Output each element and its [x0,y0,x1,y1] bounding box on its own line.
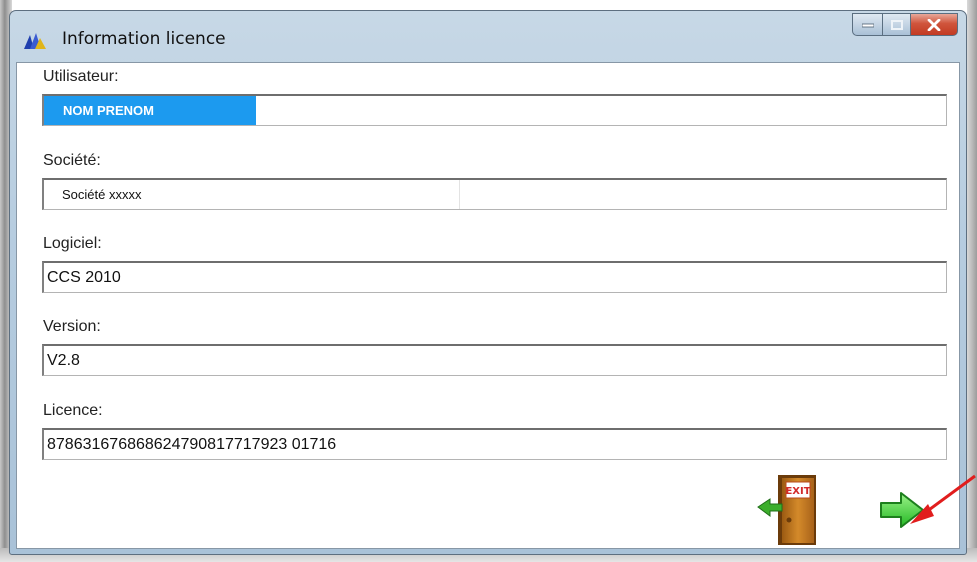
window-title: Information licence [62,29,226,49]
exit-button[interactable]: EXIT [754,473,824,547]
minimize-button[interactable] [852,13,882,36]
app-logo-icon [24,33,46,49]
title-bar[interactable]: Information licence [10,11,966,63]
maximize-button[interactable] [882,13,910,36]
company-value: Société xxxxx [44,180,460,209]
version-field[interactable]: V2.8 [42,344,947,376]
red-annotation-arrow [910,474,976,524]
licence-label: Licence: [43,402,103,419]
close-icon [927,18,941,31]
exit-label: EXIT [785,486,810,497]
user-field[interactable]: NOM PRENOM [42,94,947,126]
dialog-body: Utilisateur: NOM PRENOM Société: Société… [16,62,960,549]
window-controls [852,13,958,36]
software-label: Logiciel: [43,235,102,252]
minimize-icon [861,23,874,27]
exit-door-icon: EXIT [757,475,816,545]
close-button[interactable] [910,13,958,36]
user-value: NOM PRENOM [44,96,256,125]
company-label: Société: [43,152,101,169]
licence-info-window: Information licence Utilisateur: NOM PRE… [9,10,967,555]
licence-field[interactable]: 878631676868624790817717923 01716 [42,428,947,460]
user-label: Utilisateur: [43,68,119,85]
maximize-icon [890,19,903,30]
company-field[interactable]: Société xxxxx [42,178,947,210]
software-field[interactable]: CCS 2010 [42,261,947,293]
version-label: Version: [43,318,101,335]
